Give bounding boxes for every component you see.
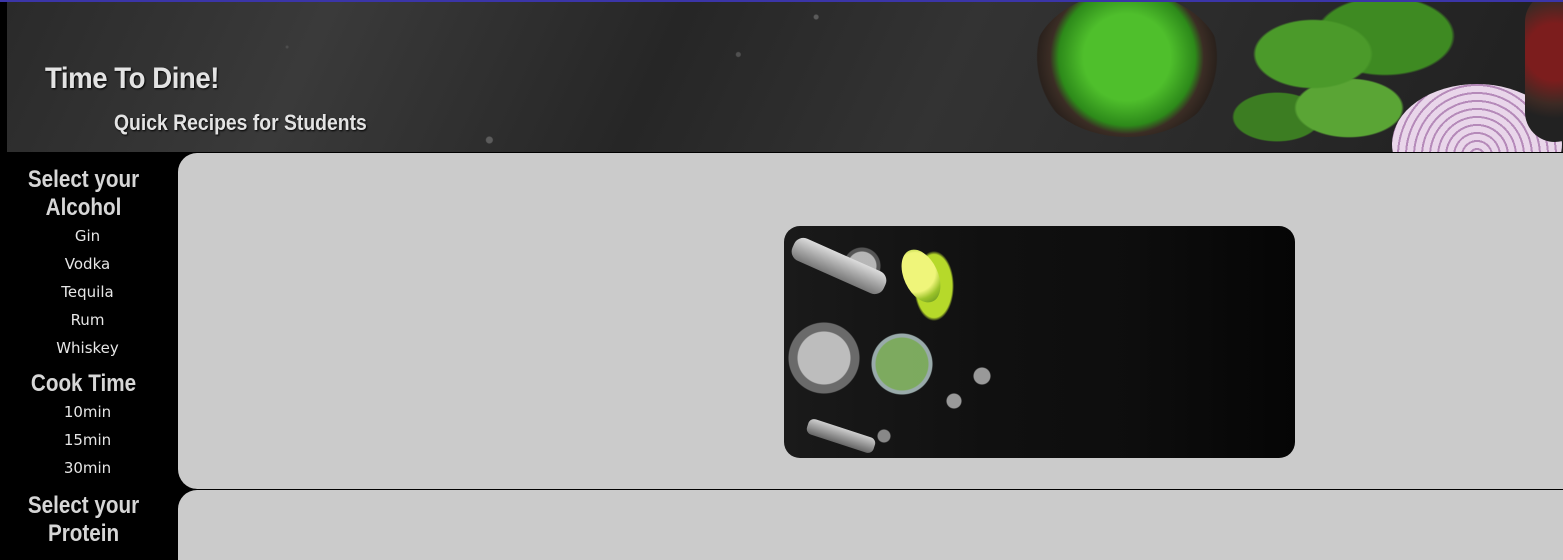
site-subtitle: Quick Recipes for Students <box>114 110 367 135</box>
main-content <box>167 152 1563 560</box>
sidebar-heading-alcohol: Select your Alcohol <box>27 166 140 221</box>
content-panel-2 <box>177 489 1563 560</box>
sidebar-item-30min[interactable]: 30min <box>8 454 167 482</box>
sidebar-heading-cook-time: Cook Time <box>30 370 137 397</box>
sidebar-item-whiskey[interactable]: Whiskey <box>8 334 167 362</box>
sidebar-heading-protein: Select your Protein <box>27 492 140 547</box>
sidebar-item-10min[interactable]: 10min <box>8 398 167 426</box>
cocktail-ingredients-image <box>784 226 1295 458</box>
lime-slice-image <box>893 243 949 309</box>
shaker-strainer-image <box>788 234 890 298</box>
sidebar-item-15min[interactable]: 15min <box>8 426 167 454</box>
sidebar: Select your Alcohol Gin Vodka Tequila Ru… <box>0 152 167 549</box>
sidebar-item-gin[interactable]: Gin <box>8 222 167 250</box>
herb-bowl-image <box>1032 2 1222 137</box>
jigger-image <box>805 417 877 455</box>
site-title: Time To Dine! <box>45 62 219 95</box>
header-banner: Time To Dine! Quick Recipes for Students <box>7 2 1563 152</box>
sidebar-item-rum[interactable]: Rum <box>8 306 167 334</box>
content-panel <box>177 152 1563 489</box>
sidebar-item-vodka[interactable]: Vodka <box>8 250 167 278</box>
sidebar-item-tequila[interactable]: Tequila <box>8 278 167 306</box>
peppercorn-bowl-image <box>1525 2 1563 142</box>
